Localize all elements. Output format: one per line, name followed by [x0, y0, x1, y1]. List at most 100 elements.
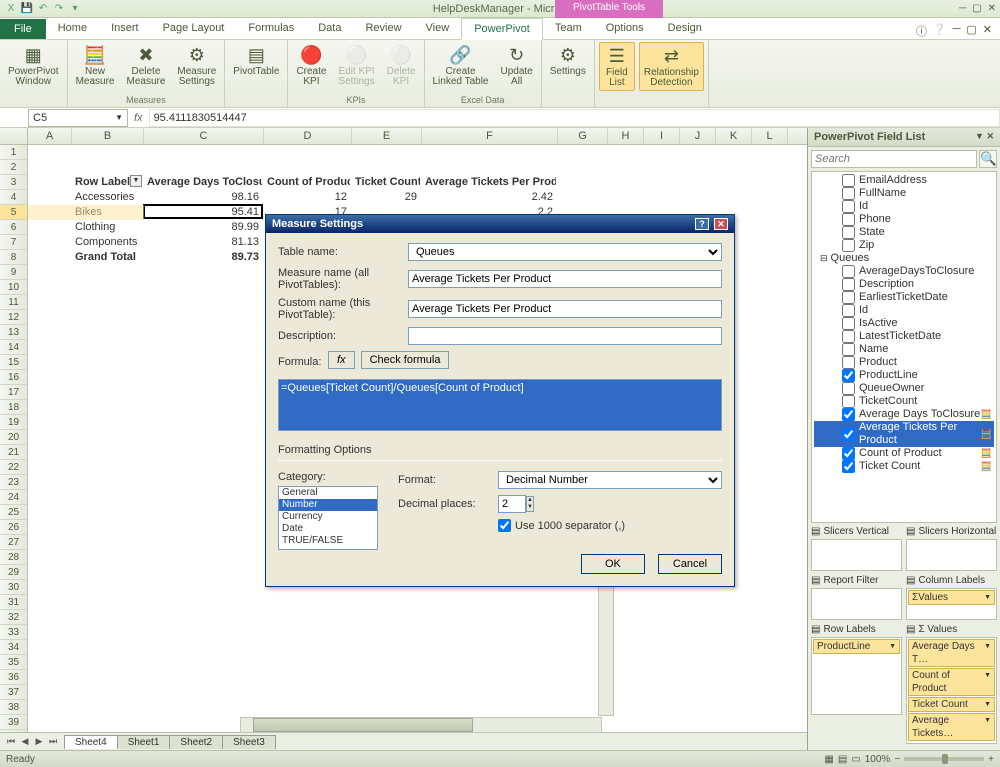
category-option[interactable]: Currency — [279, 511, 377, 523]
zone-item[interactable]: Ticket Count▼ — [908, 697, 995, 712]
next-tab-icon[interactable]: ▶ — [32, 736, 46, 747]
field-checkbox[interactable] — [842, 200, 855, 213]
prev-tab-icon[interactable]: ◀ — [18, 736, 32, 747]
delete-measure[interactable]: ✖Delete Measure — [122, 42, 169, 89]
field-checkbox[interactable] — [842, 265, 855, 278]
field-item[interactable]: EarliestTicketDate — [814, 291, 994, 304]
qat-more-icon[interactable]: ▾ — [68, 2, 82, 16]
row-header-11[interactable]: 11 — [0, 295, 28, 310]
cell[interactable]: 81.13 — [144, 235, 262, 250]
last-tab-icon[interactable]: ⏭ — [46, 736, 60, 747]
ribbon-min-icon[interactable]: ⓘ — [916, 23, 927, 39]
row-header-6[interactable]: 6 — [0, 220, 28, 235]
field-item[interactable]: ProductLine — [814, 369, 994, 382]
tab-insert[interactable]: Insert — [99, 18, 151, 39]
formula-input[interactable]: 95.4111830514447 — [149, 109, 1000, 127]
field-item[interactable]: Average Tickets Per Product🧮 — [814, 421, 994, 447]
file-tab[interactable]: File — [0, 19, 46, 39]
row-header-38[interactable]: 38 — [0, 700, 28, 715]
row-header-23[interactable]: 23 — [0, 475, 28, 490]
row-header-31[interactable]: 31 — [0, 595, 28, 610]
row-header-20[interactable]: 20 — [0, 430, 28, 445]
app-icon[interactable]: X — [4, 2, 18, 16]
horizontal-scrollbar[interactable] — [240, 717, 602, 733]
field-checkbox[interactable] — [842, 174, 855, 187]
zone-item[interactable]: Count of Product▼ — [908, 668, 995, 696]
field-search-input[interactable] — [811, 150, 977, 168]
category-option[interactable]: Date — [279, 523, 377, 535]
zone-columnlabels[interactable]: ΣValues▼ — [906, 588, 997, 620]
row-header-16[interactable]: 16 — [0, 370, 28, 385]
zoom-out-icon[interactable]: − — [894, 754, 900, 765]
row-header-10[interactable]: 10 — [0, 280, 28, 295]
rel-detect[interactable]: ⇄Relationship Detection — [639, 42, 704, 91]
field-item[interactable]: State — [814, 226, 994, 239]
cell[interactable]: Bikes — [72, 205, 142, 220]
field-item[interactable]: Zip — [814, 239, 994, 252]
row-header-24[interactable]: 24 — [0, 490, 28, 505]
row-header-21[interactable]: 21 — [0, 445, 28, 460]
field-item[interactable]: LatestTicketDate — [814, 330, 994, 343]
col-header-C[interactable]: C — [144, 128, 264, 144]
row-header-8[interactable]: 8 — [0, 250, 28, 265]
undo-icon[interactable]: ↶ — [36, 2, 50, 16]
sheet-tab-sheet1[interactable]: Sheet1 — [117, 735, 171, 749]
row-header-9[interactable]: 9 — [0, 265, 28, 280]
tab-powerpivot[interactable]: PowerPivot — [461, 18, 543, 40]
row-header-37[interactable]: 37 — [0, 685, 28, 700]
field-item[interactable]: ⊟Queues — [814, 252, 994, 265]
zone-rowlabels[interactable]: ProductLine▼ — [811, 637, 902, 715]
save-icon[interactable]: 💾 — [20, 2, 34, 16]
col-header-G[interactable]: G — [558, 128, 608, 144]
cell[interactable]: 29 — [352, 190, 420, 205]
view-break-icon[interactable]: ▭ — [851, 754, 860, 765]
zone-slicershorizontal[interactable] — [906, 539, 997, 571]
cell[interactable]: Clothing — [72, 220, 142, 235]
row-header-18[interactable]: 18 — [0, 400, 28, 415]
tab-design[interactable]: Design — [656, 18, 714, 39]
col-header-H[interactable]: H — [608, 128, 644, 144]
field-item[interactable]: EmailAddress — [814, 174, 994, 187]
fx-icon[interactable]: fx — [128, 112, 149, 124]
cell[interactable]: Components — [72, 235, 142, 250]
row-header-25[interactable]: 25 — [0, 505, 28, 520]
cell[interactable]: 95.41 — [144, 205, 262, 220]
help-icon[interactable]: ❔ — [933, 23, 947, 39]
cell[interactable]: 89.73 — [144, 250, 262, 265]
select-all-corner[interactable] — [0, 128, 28, 144]
field-item[interactable]: Count of Product🧮 — [814, 447, 994, 460]
cancel-button[interactable]: Cancel — [658, 554, 722, 574]
field-checkbox[interactable] — [842, 317, 855, 330]
zoom-slider[interactable] — [904, 757, 984, 761]
measure-name-input[interactable] — [408, 270, 722, 288]
tab-review[interactable]: Review — [353, 18, 413, 39]
formula-textarea[interactable]: =Queues[Ticket Count]/Queues[Count of Pr… — [278, 379, 722, 431]
row-header-32[interactable]: 32 — [0, 610, 28, 625]
col-header-A[interactable]: A — [28, 128, 72, 144]
cell[interactable]: Count of Product — [264, 175, 350, 190]
zone-item[interactable]: Average Days T…▼ — [908, 639, 995, 667]
cell[interactable]: Average Days ToClosure — [144, 175, 262, 190]
field-list-close-icon[interactable]: ▼ ✕ — [975, 131, 994, 143]
cell[interactable]: Average Tickets Per Product — [422, 175, 556, 190]
field-checkbox[interactable] — [842, 428, 855, 441]
first-tab-icon[interactable]: ⏮ — [4, 736, 18, 747]
row-header-3[interactable]: 3 — [0, 175, 28, 190]
row-header-5[interactable]: 5 — [0, 205, 28, 220]
field-checkbox[interactable] — [842, 408, 855, 421]
mdi-restore-icon[interactable]: ▢ — [966, 23, 976, 39]
row-header-17[interactable]: 17 — [0, 385, 28, 400]
row-header-2[interactable]: 2 — [0, 160, 28, 175]
sheet-tab-sheet2[interactable]: Sheet2 — [169, 735, 223, 749]
field-checkbox[interactable] — [842, 291, 855, 304]
field-item[interactable]: Product — [814, 356, 994, 369]
category-list[interactable]: GeneralNumberCurrencyDateTRUE/FALSE — [278, 486, 378, 550]
category-option[interactable]: Number — [279, 499, 377, 511]
search-icon[interactable]: 🔍 — [979, 150, 997, 168]
col-header-D[interactable]: D — [264, 128, 352, 144]
mdi-min-icon[interactable]: ─ — [953, 23, 961, 39]
zone-slicersvertical[interactable] — [811, 539, 902, 571]
create-linked[interactable]: 🔗Create Linked Table — [429, 42, 493, 89]
settings[interactable]: ⚙Settings — [546, 42, 590, 79]
delete-kpi[interactable]: ⚪Delete KPI — [383, 42, 420, 89]
